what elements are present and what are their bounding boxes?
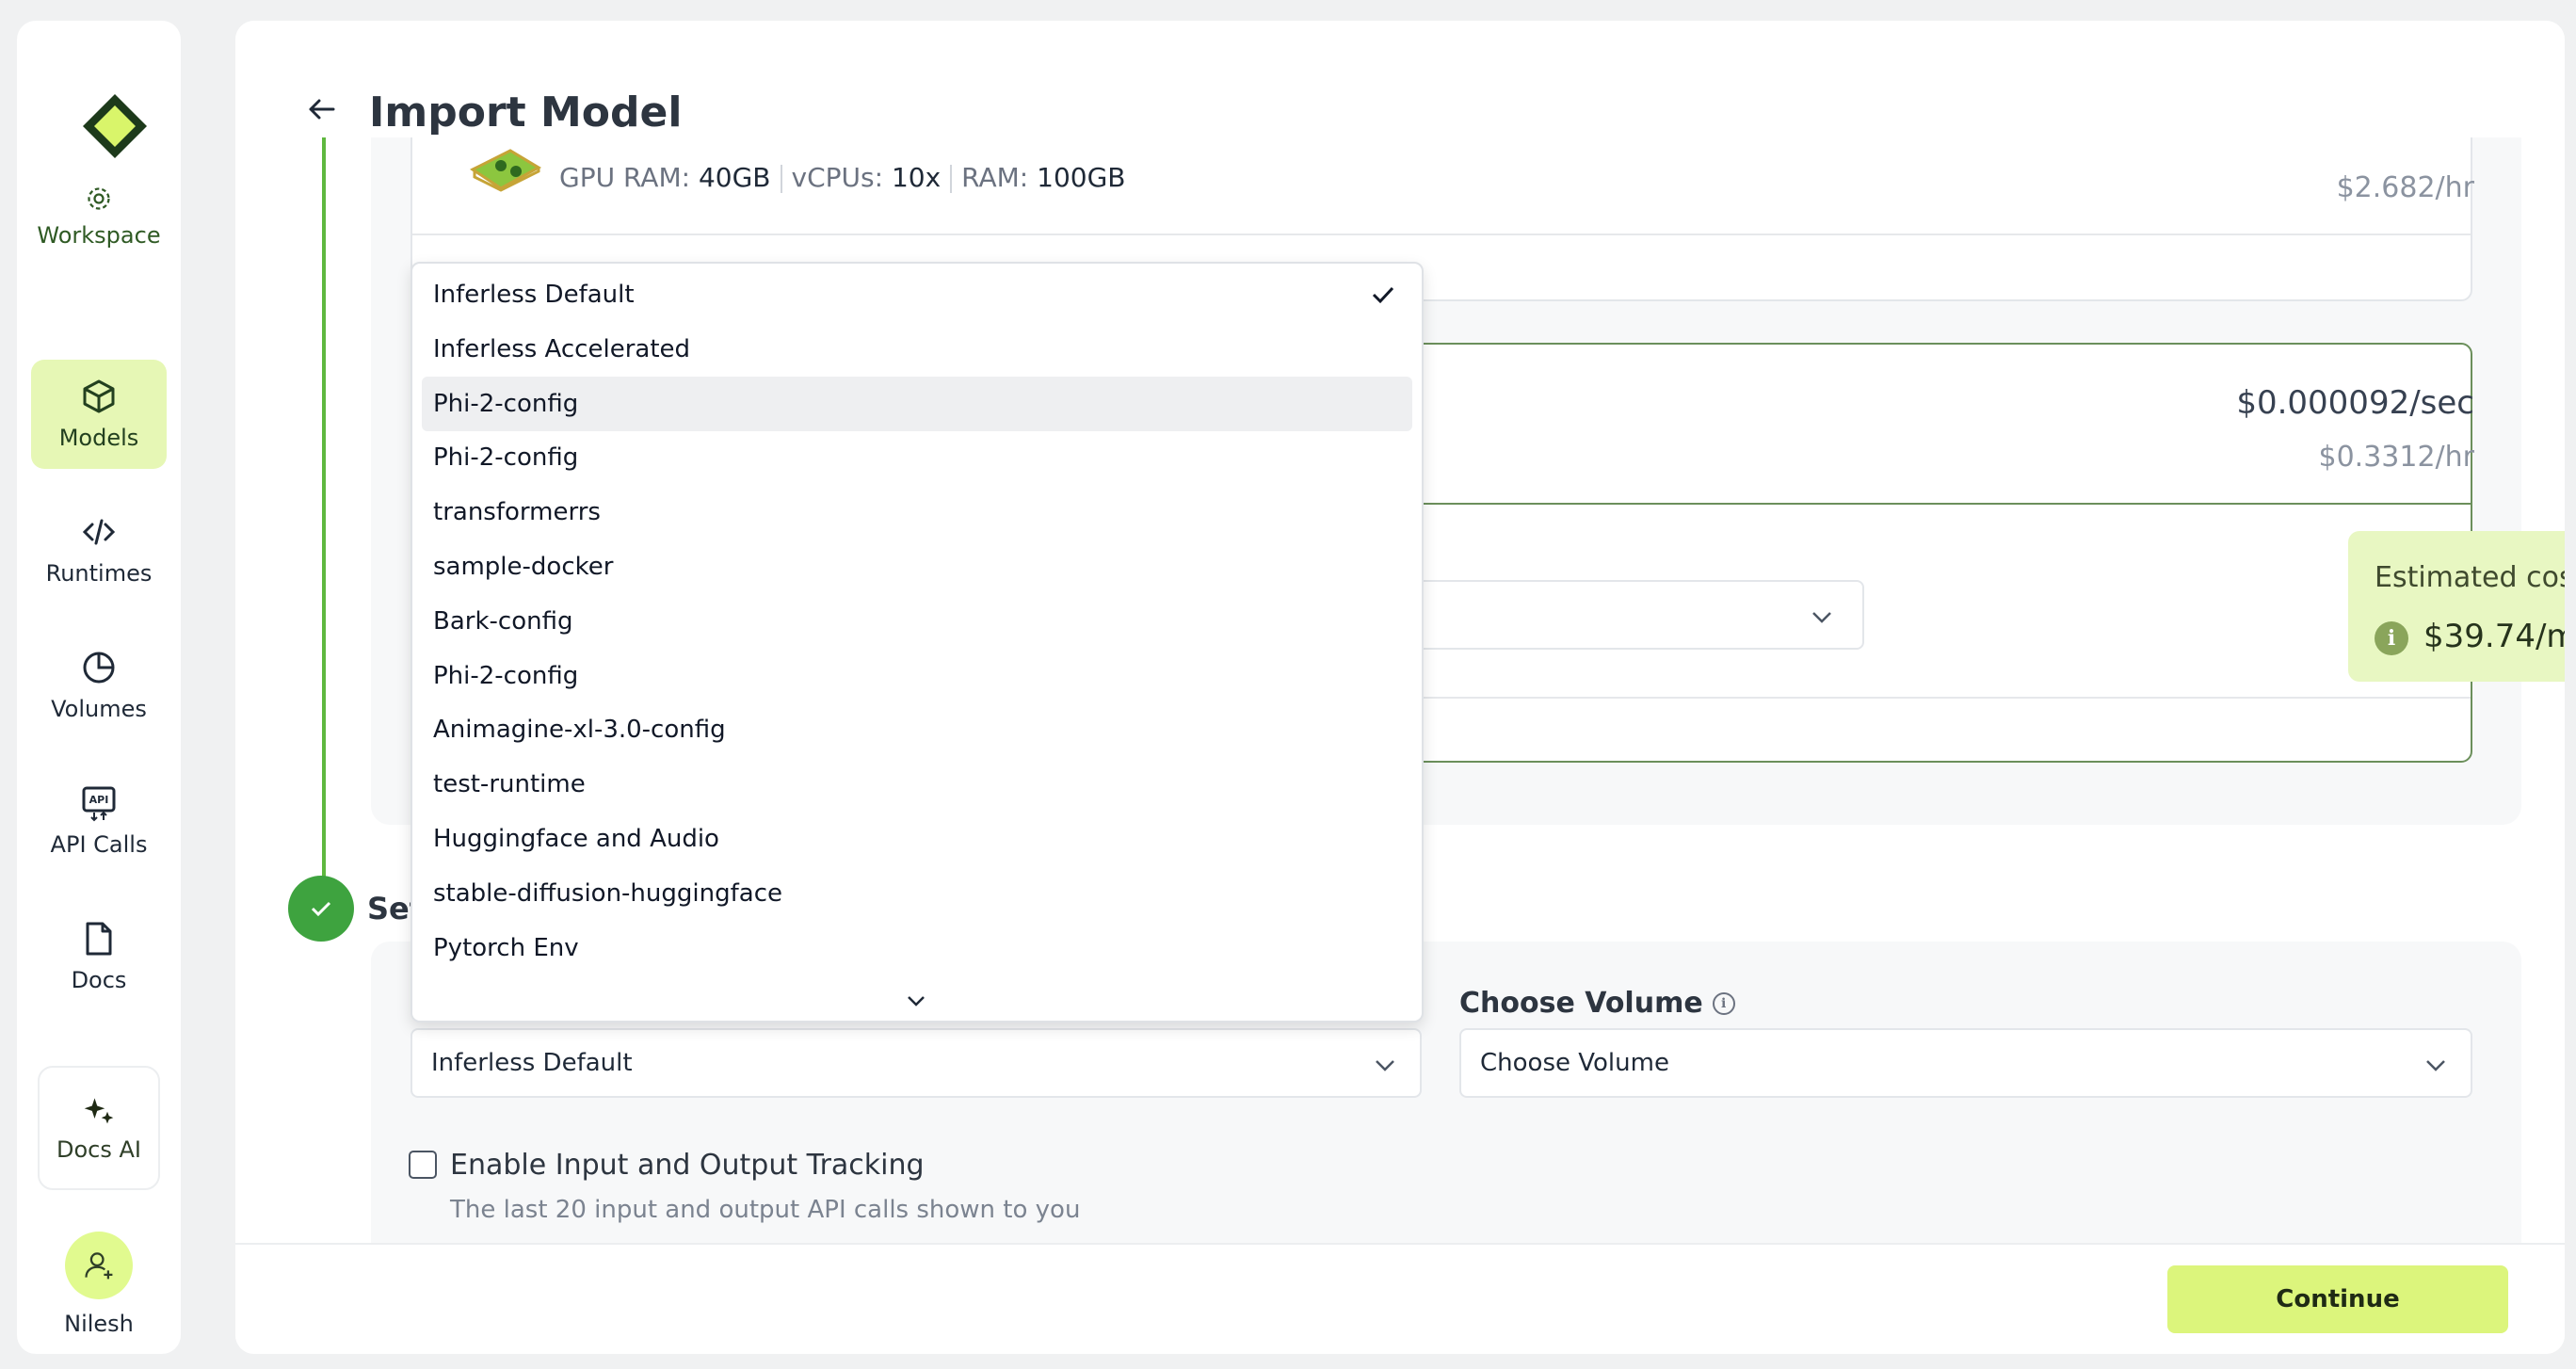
svg-text:API: API [89, 794, 109, 806]
estimated-cost-card: Estimated cost i $39.74/month [2348, 531, 2565, 682]
ram-value: 100GB [1037, 162, 1126, 193]
continue-button[interactable]: Continue [2167, 1265, 2508, 1333]
dropdown-option[interactable]: Phi-2-config [422, 376, 1412, 431]
sidebar-item-label: Runtimes [45, 560, 153, 587]
back-arrow-icon[interactable] [305, 92, 339, 126]
docs-ai-label: Docs AI [56, 1136, 141, 1163]
dropdown-option[interactable]: Huggingface and Audio [422, 812, 1412, 866]
cube-icon [83, 379, 115, 413]
dropdown-option-label: Huggingface and Audio [433, 825, 719, 853]
inferless-logo[interactable] [83, 94, 147, 158]
chevron-down-icon [1376, 1060, 1394, 1071]
sidebar-item-runtimes[interactable]: Runtimes [31, 495, 167, 604]
estimated-cost-value: $39.74/month [2423, 618, 2565, 655]
sidebar-item-volumes[interactable]: Volumes [31, 631, 167, 740]
dropdown-option[interactable]: Bark-config [422, 594, 1412, 649]
chevron-down-icon[interactable] [904, 989, 928, 1013]
sidebar: Workspace Models Runtimes Volumes API AP… [17, 21, 181, 1354]
dropdown-option[interactable]: test-runtime [422, 757, 1412, 812]
docs-ai-button[interactable]: Docs AI [38, 1066, 160, 1190]
sidebar-item-label: Volumes [51, 696, 147, 722]
spec-separator [950, 165, 953, 193]
spec-separator [780, 165, 782, 193]
page-title: Import Model [369, 89, 683, 137]
user-name: Nilesh [64, 1311, 134, 1337]
gpu-specs: GPU RAM: 40GB vCPUs: 10x RAM: 100GB [559, 162, 1125, 193]
workspace-label: Workspace [37, 222, 161, 249]
card-divider [412, 234, 2471, 235]
dropdown-option[interactable]: Inferless Default [422, 267, 1412, 322]
dropdown-option[interactable]: transformerrs [422, 485, 1412, 540]
avatar[interactable] [65, 1232, 133, 1299]
runtime-select-value: Inferless Default [431, 1049, 633, 1077]
sidebar-item-label: API Calls [50, 831, 148, 858]
stepper-line [322, 134, 326, 878]
checkmark-icon [1372, 286, 1394, 304]
dropdown-option-label: Phi-2-config [433, 443, 579, 473]
sparkles-icon [84, 1098, 114, 1124]
gpu-chip-icon [470, 149, 542, 192]
dropdown-option[interactable]: Animagine-xl-3.0-config [422, 702, 1412, 757]
code-icon [82, 519, 116, 545]
dropdown-option-label: Bark-config [433, 606, 573, 636]
gpu-ram-value: 40GB [698, 162, 771, 193]
dropdown-option[interactable]: Inferless Accelerated [422, 322, 1412, 377]
gpu-ram-label: GPU RAM: [559, 162, 691, 193]
ram-label: RAM: [961, 162, 1029, 193]
cpu-price-hourly: $0.3312/hr [2318, 441, 2474, 474]
info-icon[interactable]: i [2375, 621, 2408, 655]
user-add-icon [85, 1252, 113, 1280]
vcpus-value: 10x [891, 162, 942, 193]
dropdown-option[interactable]: stable-diffusion-huggingface [422, 866, 1412, 921]
vcpus-label: vCPUs: [791, 162, 884, 193]
dropdown-option-label: Animagine-xl-3.0-config [433, 716, 726, 745]
dropdown-option[interactable]: Phi-2-config [422, 649, 1412, 703]
machine-select[interactable] [1412, 580, 1864, 650]
dropdown-option-label: Phi-2-config [433, 661, 579, 690]
runtime-select[interactable]: Inferless Default [411, 1028, 1422, 1098]
gear-icon [88, 187, 110, 210]
page-footer: Continue [235, 1243, 2565, 1354]
chevron-down-icon [1812, 612, 1831, 623]
info-icon[interactable]: i [1712, 991, 1735, 1015]
dropdown-option[interactable]: Pytorch Env [422, 921, 1412, 975]
volume-label-text: Choose Volume [1459, 987, 1703, 1020]
sidebar-item-models[interactable]: Models [31, 360, 167, 469]
dropdown-option-label: stable-diffusion-huggingface [433, 878, 782, 908]
dropdown-option-label: Inferless Accelerated [433, 334, 691, 363]
dropdown-option[interactable]: Phi-2-config [422, 430, 1412, 485]
chevron-down-icon [2426, 1060, 2445, 1071]
dropdown-option-label: test-runtime [433, 770, 586, 799]
gpu-price-hourly: $2.682/hr [2336, 171, 2474, 204]
dropdown-option-label: Inferless Default [433, 281, 635, 309]
checkmark-icon [311, 901, 331, 917]
volume-select[interactable]: Choose Volume [1459, 1028, 2472, 1098]
workspace-button[interactable]: Workspace [31, 162, 167, 271]
pie-icon [83, 652, 115, 684]
page-header: Import Model [235, 21, 2565, 137]
dropdown-option-label: Pytorch Env [433, 933, 579, 962]
tracking-hint: The last 20 input and output API calls s… [450, 1196, 1081, 1224]
tracking-checkbox[interactable] [409, 1151, 437, 1179]
sidebar-item-label: Models [58, 425, 139, 451]
user-menu[interactable]: Nilesh [17, 1232, 181, 1337]
dropdown-option-label: Phi-2-config [433, 389, 579, 418]
choose-volume-label: Choose Volume i [1459, 987, 1735, 1020]
dropdown-option-label: sample-docker [433, 553, 614, 581]
api-icon: API [82, 786, 116, 822]
document-icon [86, 922, 112, 956]
step-complete-indicator [288, 876, 354, 942]
tracking-label: Enable Input and Output Tracking [450, 1149, 925, 1182]
volume-select-value: Choose Volume [1480, 1049, 1669, 1077]
sidebar-item-label: Docs [71, 967, 127, 993]
cpu-price-per-second: $0.000092/sec [2236, 384, 2474, 422]
sidebar-item-docs[interactable]: Docs [31, 902, 167, 1011]
sidebar-item-api-calls[interactable]: API API Calls [31, 766, 167, 876]
estimated-cost-label: Estimated cost [2375, 561, 2565, 594]
dropdown-option[interactable]: sample-docker [422, 540, 1412, 594]
runtime-dropdown-menu[interactable]: Inferless Default Inferless Accelerated Ph… [411, 262, 1424, 1023]
dropdown-option-label: transformerrs [433, 498, 601, 527]
